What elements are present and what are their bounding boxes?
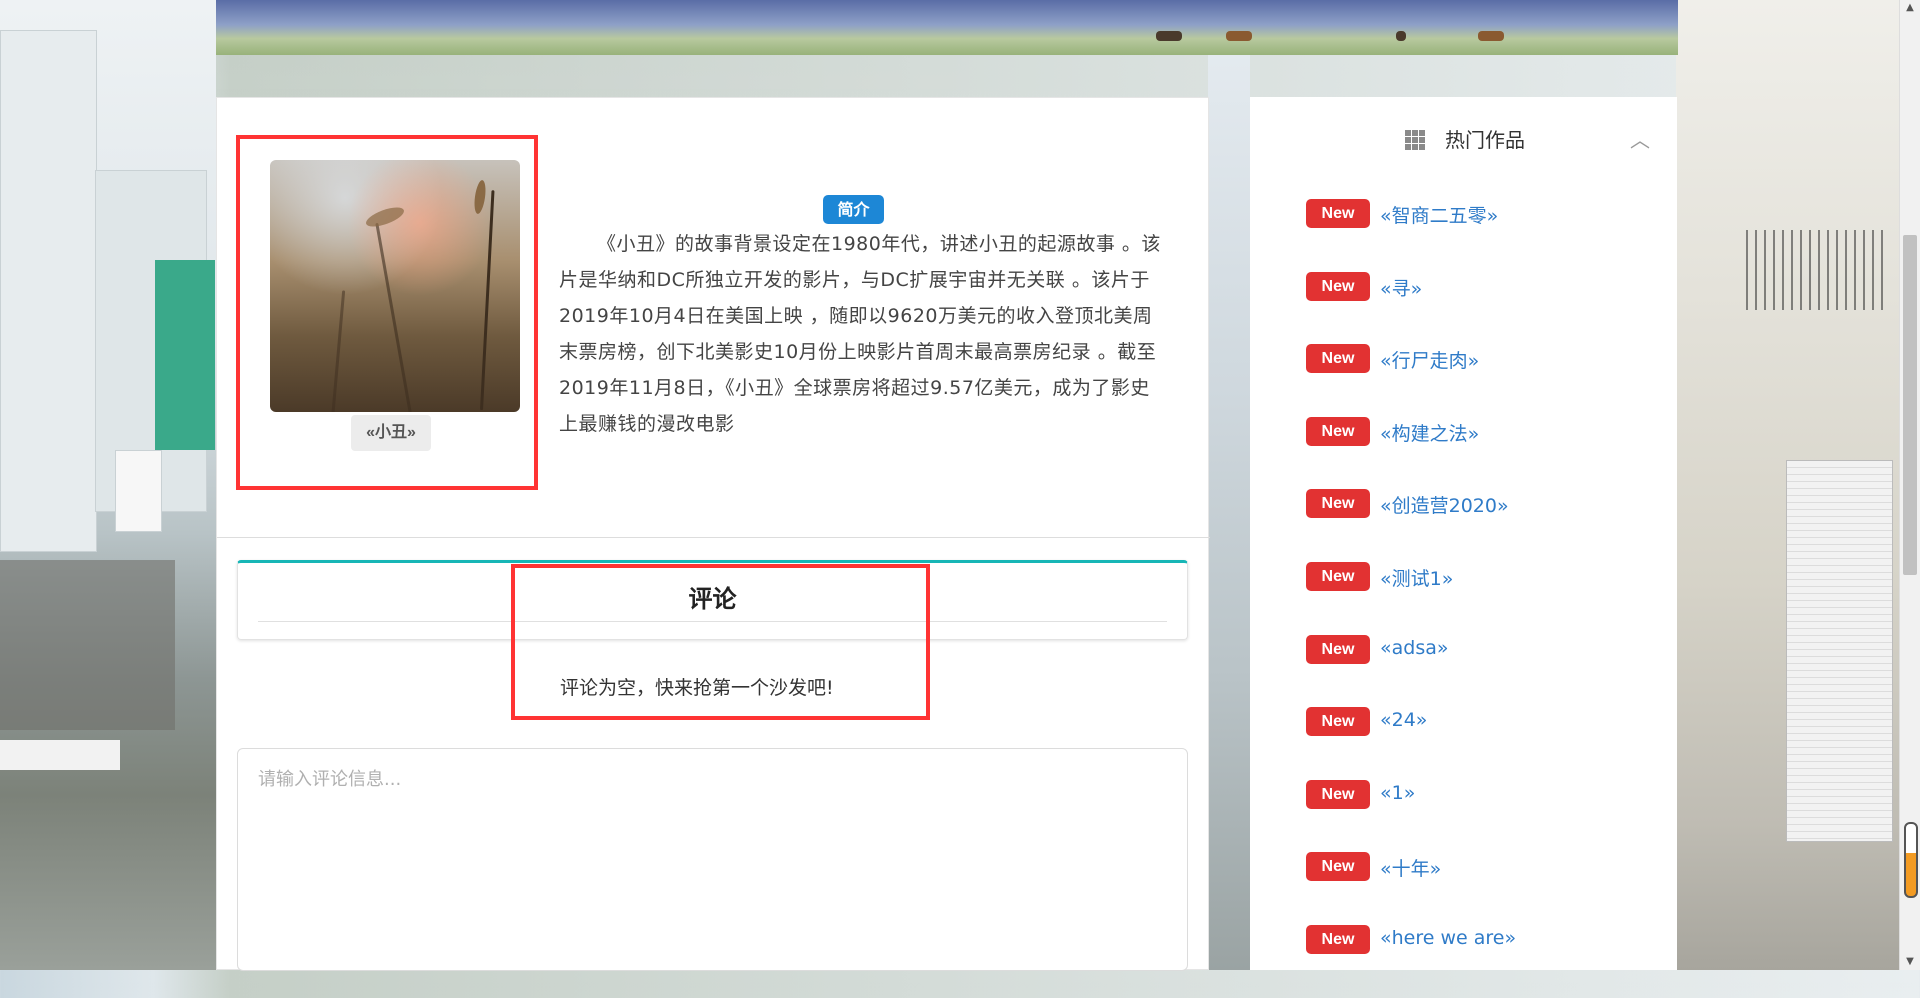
new-badge: New: [1306, 852, 1370, 882]
scroll-progress-indicator: [1904, 822, 1918, 898]
work-link[interactable]: «寻»: [1380, 274, 1422, 301]
new-badge: New: [1306, 416, 1370, 446]
work-link[interactable]: «1»: [1380, 782, 1415, 804]
background-scenery-middle: [1208, 0, 1250, 970]
scrollbar-thumb[interactable]: [1903, 235, 1917, 575]
background-scenery-left: [0, 0, 216, 970]
work-link[interactable]: «adsa»: [1380, 637, 1449, 659]
new-badge: New: [1306, 634, 1370, 664]
top-banner-image: [216, 0, 1678, 55]
new-badge: New: [1306, 344, 1370, 374]
movie-poster-image[interactable]: [270, 160, 520, 412]
movie-intro-text: 《小丑》的故事背景设定在1980年代，讲述小丑的起源故事 。该片是华纳和DC所独…: [559, 233, 1161, 435]
poster-highlight-box: «小丑»: [236, 135, 538, 490]
empty-comment-message: 评论为空，快来抢第一个沙发吧!: [560, 677, 834, 699]
new-badge: New: [1306, 924, 1370, 954]
work-link[interactable]: «创造营2020»: [1380, 491, 1509, 518]
work-link[interactable]: «智商二五零»: [1380, 201, 1498, 228]
work-link[interactable]: «测试1»: [1380, 564, 1453, 591]
sidebar-title: 热门作品: [1445, 128, 1525, 152]
work-link[interactable]: «构建之法»: [1380, 419, 1479, 446]
work-link[interactable]: «here we are»: [1380, 927, 1516, 949]
new-badge: New: [1306, 779, 1370, 809]
new-badge: New: [1306, 489, 1370, 519]
scroll-down-arrow-icon[interactable]: ▼: [1900, 954, 1920, 970]
work-link[interactable]: «行尸走肉»: [1380, 346, 1479, 373]
chevron-up-icon[interactable]: ︿: [1630, 124, 1650, 153]
new-badge: New: [1306, 199, 1370, 228]
comment-input[interactable]: [237, 748, 1188, 971]
intro-badge: 简介: [823, 195, 884, 224]
new-badge: New: [1306, 707, 1370, 737]
hot-works-sidebar: 热门作品 ︿ New «智商二五零» New «寻» New «行尸走肉» Ne…: [1250, 97, 1677, 970]
work-link[interactable]: «24»: [1380, 709, 1427, 731]
scroll-up-arrow-icon[interactable]: ▲: [1900, 0, 1920, 16]
new-badge: New: [1306, 271, 1370, 301]
movie-detail-card: «小丑» 简介 《小丑》的故事背景设定在1980年代，讲述小丑的起源故事 。该片…: [216, 97, 1210, 971]
work-link[interactable]: «十年»: [1380, 854, 1441, 881]
poster-caption[interactable]: «小丑»: [351, 415, 431, 451]
grid-icon: [1405, 130, 1425, 150]
new-badge: New: [1306, 561, 1370, 591]
sidebar-header[interactable]: 热门作品 ︿: [1250, 97, 1677, 152]
section-divider: [217, 537, 1210, 538]
background-scenery-right: [1676, 0, 1900, 970]
